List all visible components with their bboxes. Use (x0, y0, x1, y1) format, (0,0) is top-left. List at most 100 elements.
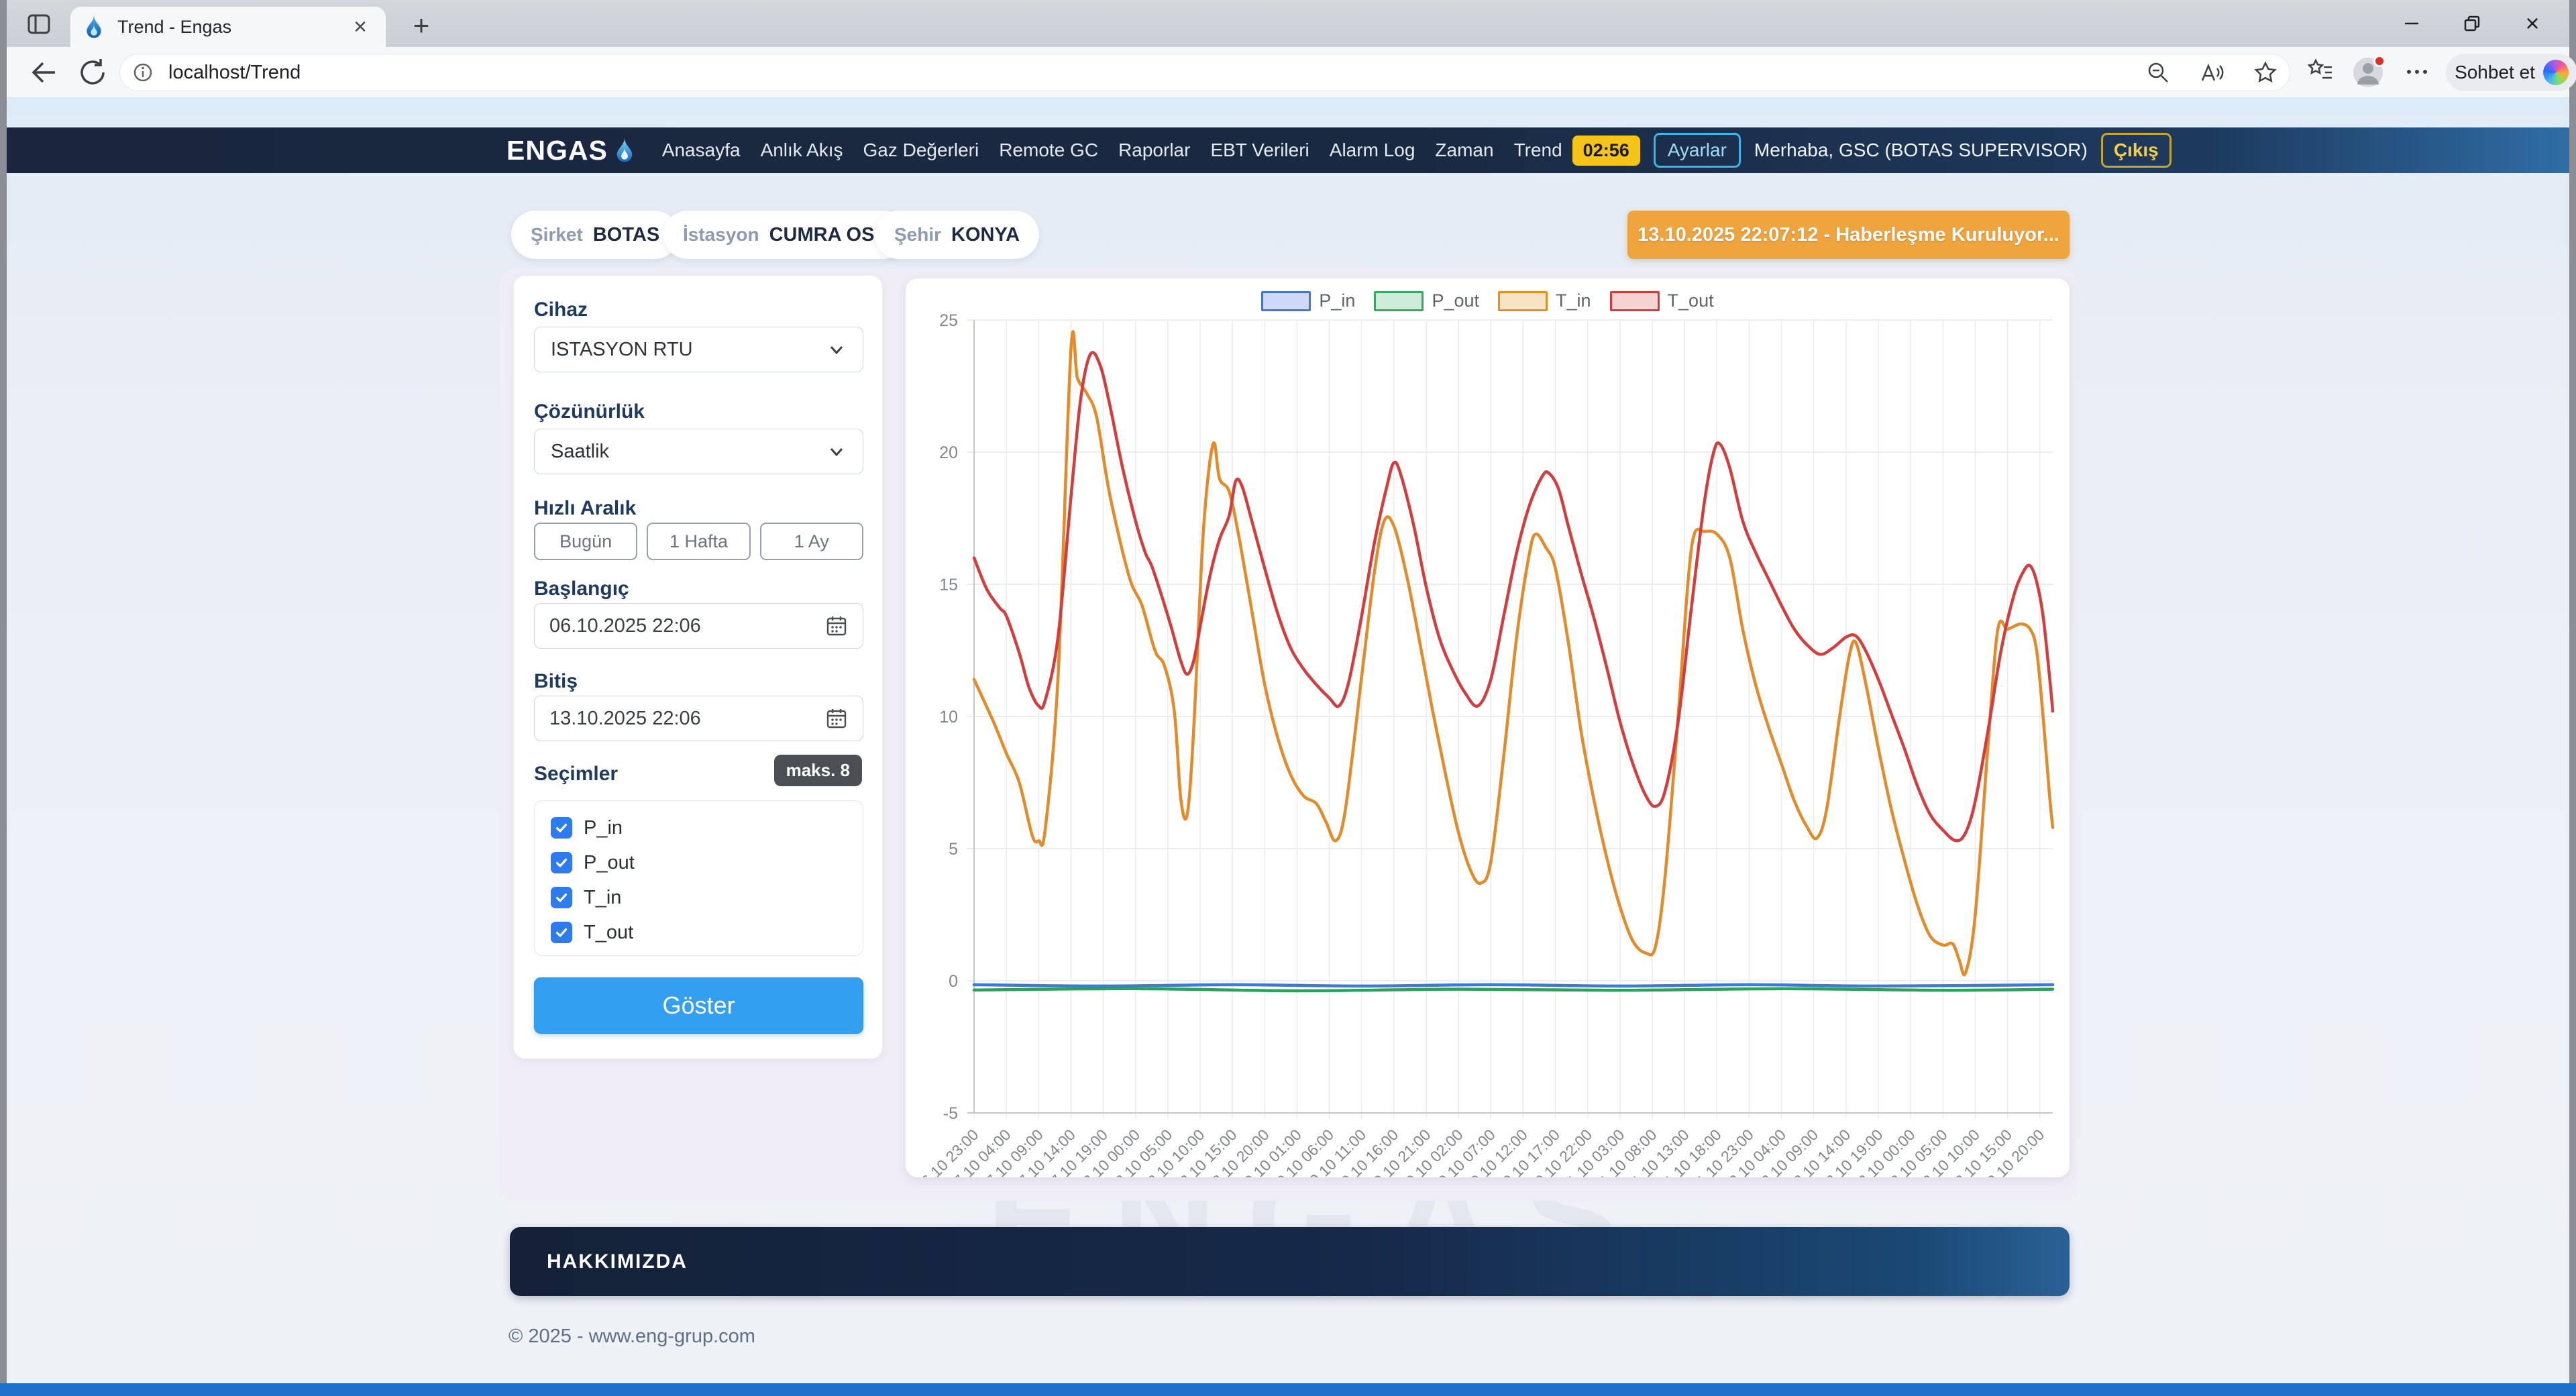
calendar-icon[interactable] (825, 614, 848, 637)
nav-item-zaman[interactable]: Zaman (1425, 140, 1503, 161)
device-select-value: ISTASYON RTU (551, 339, 826, 361)
new-tab-button[interactable]: + (407, 12, 436, 42)
copyright-text: © 2025 - www.eng-grup.com (508, 1326, 755, 1348)
nav-item-anasayfa[interactable]: Anasayfa (652, 140, 751, 161)
nav-item-gaz-de-erleri[interactable]: Gaz Değerleri (853, 140, 989, 161)
profile-avatar[interactable] (2352, 56, 2384, 89)
chip-i-stasyon: İstasyonCUMRA OSB (663, 211, 908, 259)
trend-filter-panel: Cihaz ISTASYON RTU Çözünürlük Saatlik Hı… (513, 275, 883, 1059)
start-label: Başlangıç (534, 578, 629, 600)
main-container: Cihaz ISTASYON RTU Çözünürlük Saatlik Hı… (500, 268, 2076, 1201)
start-datetime-input[interactable]: 06.10.2025 22:06 (534, 603, 863, 649)
trend-line-chart: 06.10 23:0007.10 04:0007.10 09:0007.10 1… (906, 278, 2070, 1177)
legend-swatch (1610, 291, 1660, 311)
tab-title: Trend - Engas (117, 17, 348, 38)
legend-swatch (1261, 291, 1311, 311)
favorites-bar-icon[interactable] (2306, 58, 2334, 86)
checkbox-row-t-out[interactable]: T_out (551, 915, 863, 950)
checkbox-p-out[interactable] (551, 852, 572, 873)
chip-value: BOTAS (593, 224, 659, 246)
legend-label: T_out (1668, 290, 1714, 311)
about-link[interactable]: HAKKIMIZDA (547, 1250, 688, 1273)
checkbox-p-in[interactable] (551, 817, 572, 839)
window-restore-button[interactable] (2442, 0, 2502, 47)
chat-button[interactable]: Sohbet et (2446, 54, 2576, 91)
legend-label: P_out (1432, 290, 1479, 311)
checkbox-t-out[interactable] (551, 922, 572, 943)
nav-item-trend[interactable]: Trend (1504, 140, 1572, 161)
back-button[interactable] (28, 56, 60, 89)
nav-item-ebt-verileri[interactable]: EBT Verileri (1200, 140, 1319, 161)
refresh-button[interactable] (76, 56, 109, 89)
nav-item-alarm-log[interactable]: Alarm Log (1320, 140, 1426, 161)
chip-value: KONYA (951, 224, 1020, 246)
chevron-down-icon (826, 441, 847, 462)
window-minimize-button[interactable] (2381, 0, 2442, 47)
selections-max-badge: maks. 8 (774, 755, 862, 786)
browser-toolbar: localhost/Trend Sohbet et (7, 47, 2569, 98)
user-greeting: Merhaba, GSC (BOTAS SUPERVISOR) (1754, 140, 2088, 161)
brand-logo[interactable]: ENGAS (506, 135, 635, 166)
nav-item-remote-gc[interactable]: Remote GC (989, 140, 1108, 161)
checkbox-row-t-in[interactable]: T_in (551, 880, 863, 915)
nav-item-anl-k-ak[interactable]: Anlık Akış (751, 140, 853, 161)
device-select[interactable]: ISTASYON RTU (534, 327, 863, 372)
tab-layout-icon[interactable] (25, 11, 52, 38)
chevron-down-icon (826, 339, 847, 360)
quick-range-1-ay[interactable]: 1 Ay (760, 523, 863, 560)
checkbox-label: P_in (584, 817, 623, 839)
brand-flame-icon (614, 136, 635, 164)
page-viewport: ENGAS ENGAS AnasayfaAnlık AkışGaz Değerl… (7, 98, 2569, 1383)
trend-chart-card: P_in P_out T_in T_out 06.10 23:0007.10 04:0… (906, 278, 2070, 1177)
svg-text:0: 0 (949, 972, 958, 991)
checkbox-label: P_out (584, 852, 635, 874)
session-timer-badge: 02:56 (1572, 136, 1640, 166)
logout-button[interactable]: Çıkış (2101, 133, 2171, 168)
screen: Trend - Engas × + × localhost/Trend (0, 0, 2576, 1396)
end-datetime-value: 13.10.2025 22:06 (549, 708, 825, 730)
favorite-star-icon[interactable] (2253, 60, 2277, 85)
notification-dot (2373, 55, 2385, 67)
nav-item-raporlar[interactable]: Raporlar (1108, 140, 1200, 161)
quick-range-buttons: Bugün 1 Hafta 1 Ay (534, 523, 863, 560)
quick-range-1-hafta[interactable]: 1 Hafta (647, 523, 750, 560)
checkbox-row-p-in[interactable]: P_in (551, 810, 863, 845)
selections-label: Seçimler (534, 763, 618, 786)
site-info-icon[interactable] (132, 62, 154, 83)
show-button[interactable]: Göster (534, 977, 863, 1034)
settings-button[interactable]: Ayarlar (1654, 133, 1741, 168)
window-close-button[interactable]: × (2502, 0, 2563, 47)
legend-swatch (1374, 291, 1424, 311)
url-text: localhost/Trend (168, 62, 2116, 84)
app-navbar: ENGAS AnasayfaAnlık AkışGaz DeğerleriRem… (7, 127, 2569, 173)
footer-bar: HAKKIMIZDA (510, 1227, 2070, 1296)
tab-close-icon[interactable]: × (348, 14, 372, 40)
resolution-select[interactable]: Saatlik (534, 429, 863, 474)
legend-label: P_in (1319, 290, 1355, 311)
checkbox-row-p-out[interactable]: P_out (551, 845, 863, 880)
copilot-icon (2543, 60, 2569, 85)
checkbox-label: T_out (584, 922, 633, 944)
zoom-out-icon[interactable] (2146, 60, 2170, 85)
browser-tab[interactable]: Trend - Engas × (70, 7, 386, 47)
legend-item-p-in[interactable]: P_in (1261, 290, 1355, 311)
chip-value: CUMRA OSB (769, 224, 889, 246)
chip-ehir: ŞehirKONYA (875, 211, 1039, 259)
quick-range-label: Hızlı Aralık (534, 497, 636, 520)
checkbox-t-in[interactable] (551, 887, 572, 908)
address-bar[interactable]: localhost/Trend (119, 54, 2290, 91)
legend-item-t-out[interactable]: T_out (1610, 290, 1714, 311)
end-datetime-input[interactable]: 13.10.2025 22:06 (534, 696, 863, 741)
more-menu-icon[interactable] (2403, 58, 2431, 86)
legend-item-t-in[interactable]: T_in (1498, 290, 1591, 311)
chip-label: Şirket (531, 224, 583, 246)
series-line-p-in (974, 985, 2053, 986)
calendar-icon[interactable] (825, 707, 848, 730)
status-banner-text: 13.10.2025 22:07:12 - Haberleşme Kuruluy… (1638, 224, 2059, 246)
read-aloud-icon[interactable] (2200, 60, 2224, 85)
browser-tab-strip: Trend - Engas × + × (7, 0, 2569, 47)
svg-text:5: 5 (949, 840, 958, 859)
flame-favicon-icon (84, 14, 104, 40)
quick-range-bug-n[interactable]: Bugün (534, 523, 637, 560)
legend-item-p-out[interactable]: P_out (1374, 290, 1479, 311)
